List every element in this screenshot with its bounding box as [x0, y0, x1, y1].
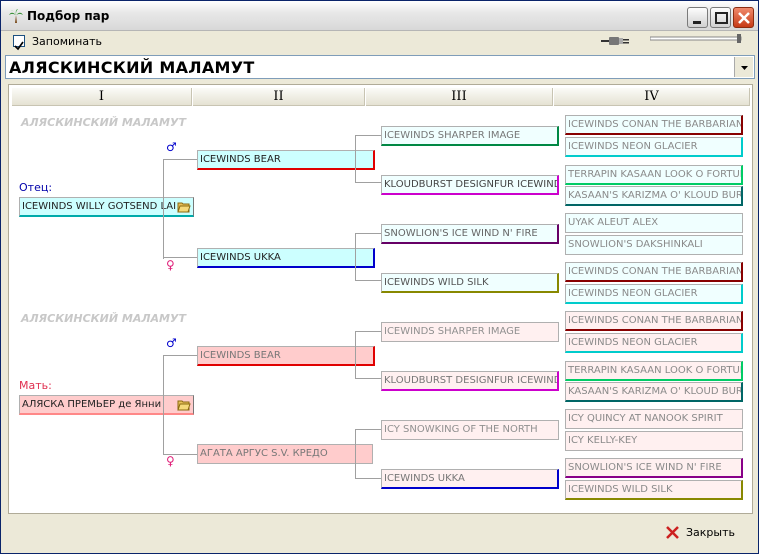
mother-sire-dam-box[interactable]: KLOUDBURST DESIGNFUR ICEWIND — [381, 371, 559, 391]
father-gen4-box[interactable]: TERRAPIN KASAAN LOOK O FORTUNE — [565, 165, 743, 185]
connector — [163, 159, 164, 259]
generation-header-4: IV — [554, 88, 750, 106]
palm-tree-icon — [9, 9, 23, 23]
connector — [355, 429, 356, 478]
connector — [355, 280, 381, 281]
close-icon — [666, 526, 679, 539]
connector — [355, 135, 356, 182]
mother-gen4-box[interactable]: ICEWINDS NEON GLACIER — [565, 333, 743, 353]
close-button[interactable]: Закрыть — [662, 522, 742, 544]
father-gen4-box[interactable]: ICEWINDS CONAN THE BARBARIAN — [565, 262, 743, 282]
mother-dam-sire-box[interactable]: ICY SNOWKING OF THE NORTH — [381, 420, 559, 440]
father-gen4-box[interactable]: SNOWLION'S DAKSHINKALI — [565, 235, 743, 255]
mother-dam-dam-box[interactable]: ICEWINDS UKKA — [381, 469, 559, 489]
father-gen4-box[interactable]: ICEWINDS NEON GLACIER — [565, 137, 743, 157]
male-symbol-icon: ♂ — [166, 336, 177, 350]
open-folder-icon[interactable] — [177, 398, 191, 412]
mother-dam-box[interactable]: АГАТА АРГУС S.V. КРЕДО — [197, 444, 373, 464]
mother-sire-box[interactable]: ICEWINDS BEAR — [197, 346, 375, 366]
mother-gen4-box[interactable]: TERRAPIN KASAAN LOOK O FORTUNE — [565, 361, 743, 381]
checkmark-icon — [14, 41, 24, 51]
female-symbol-icon: ♀ — [166, 258, 175, 272]
remember-label: Запоминать — [32, 35, 102, 48]
father-gen4-box[interactable]: ICEWINDS NEON GLACIER — [565, 284, 743, 304]
father-name-field[interactable]: ICEWINDS WILLY GOTSEND LAI — [19, 197, 194, 217]
father-sire-box[interactable]: ICEWINDS BEAR — [197, 150, 375, 170]
mother-gen4-box[interactable]: ICEWINDS WILD SILK — [565, 480, 743, 500]
connector — [355, 478, 381, 479]
father-name: ICEWINDS WILLY GOTSEND LAI — [22, 201, 177, 212]
father-dam-box[interactable]: ICEWINDS UKKA — [197, 248, 375, 268]
close-window-button[interactable] — [733, 7, 754, 28]
maximize-button[interactable] — [710, 7, 731, 28]
generation-header-2: II — [193, 88, 365, 106]
connector — [163, 159, 197, 160]
connector — [355, 135, 381, 136]
connector — [355, 331, 356, 378]
father-label: Отец: — [19, 181, 53, 194]
mother-gen4-box[interactable]: KASAAN'S KARIZMA O' KLOUD BURST — [565, 382, 743, 402]
connector — [355, 182, 381, 183]
mother-breed-watermark: АЛЯСКИНСКИЙ МАЛАМУТ — [21, 312, 186, 325]
plug-icon[interactable] — [600, 33, 632, 49]
breed-value: АЛЯСКИНСКИЙ МАЛАМУТ — [9, 58, 255, 77]
male-symbol-icon: ♂ — [166, 140, 177, 154]
father-breed-watermark: АЛЯСКИНСКИЙ МАЛАМУТ — [21, 116, 186, 129]
toolbar: Запоминать — [4, 32, 755, 52]
father-sire-dam-box[interactable]: KLOUDBURST DESIGNFUR ICEWIND — [381, 175, 559, 195]
pedigree-panel: I II III IV АЛЯСКИНСКИЙ МАЛАМУТ Отец: IC… — [8, 84, 753, 514]
mother-name-field[interactable]: АЛЯСКА ПРЕМЬЕР де Янни — [19, 395, 194, 415]
zoom-slider[interactable] — [650, 34, 742, 44]
mother-gen4-box[interactable]: ICEWINDS CONAN THE BARBARIAN — [565, 311, 743, 331]
mother-gen4-box[interactable]: SNOWLION'S ICE WIND N' FIRE — [565, 458, 743, 478]
chevron-down-icon — [741, 66, 748, 70]
open-folder-icon[interactable] — [177, 200, 191, 214]
minimize-icon — [693, 21, 701, 24]
connector — [163, 355, 164, 455]
father-sire-sire-box[interactable]: ICEWINDS SHARPER IMAGE — [381, 126, 559, 146]
father-gen4-box[interactable]: ICEWINDS CONAN THE BARBARIAN — [565, 115, 743, 135]
connector — [355, 378, 381, 379]
breed-select[interactable]: АЛЯСКИНСКИЙ МАЛАМУТ — [5, 55, 755, 79]
mother-gen4-box[interactable]: ICY QUINCY AT NANOOK SPIRIT — [565, 409, 743, 429]
connector — [163, 355, 197, 356]
generation-header-1: I — [12, 88, 192, 106]
window: Подбор пар Запоминать АЛЯСКИНСКИЙ МАЛАМУ… — [0, 0, 759, 554]
connector — [355, 429, 381, 430]
father-gen4-box[interactable]: UYAK ALEUT ALEX — [565, 213, 743, 233]
mother-name: АЛЯСКА ПРЕМЬЕР де Янни — [22, 399, 162, 410]
close-icon — [738, 12, 750, 24]
connector — [355, 331, 381, 332]
female-symbol-icon: ♀ — [166, 454, 175, 468]
connector — [163, 454, 197, 455]
father-gen4-box[interactable]: KASAAN'S KARIZMA O' KLOUD BURST — [565, 186, 743, 206]
generation-header-3: III — [366, 88, 553, 106]
mother-label: Мать: — [19, 379, 52, 392]
maximize-icon — [715, 12, 728, 24]
mother-gen4-box[interactable]: ICY KELLY-KEY — [565, 431, 743, 451]
connector — [163, 257, 197, 258]
close-label: Закрыть — [686, 526, 735, 539]
title-bar[interactable]: Подбор пар — [1, 1, 758, 31]
window-title: Подбор пар — [27, 9, 110, 23]
mother-sire-sire-box[interactable]: ICEWINDS SHARPER IMAGE — [381, 322, 559, 342]
breed-dropdown-button[interactable] — [734, 57, 753, 77]
remember-checkbox[interactable] — [13, 35, 25, 51]
father-dam-dam-box[interactable]: ICEWINDS WILD SILK — [381, 273, 559, 293]
father-dam-sire-box[interactable]: SNOWLION'S ICE WIND N' FIRE — [381, 224, 559, 244]
connector — [355, 233, 381, 234]
connector — [355, 233, 356, 280]
minimize-button[interactable] — [687, 7, 708, 28]
